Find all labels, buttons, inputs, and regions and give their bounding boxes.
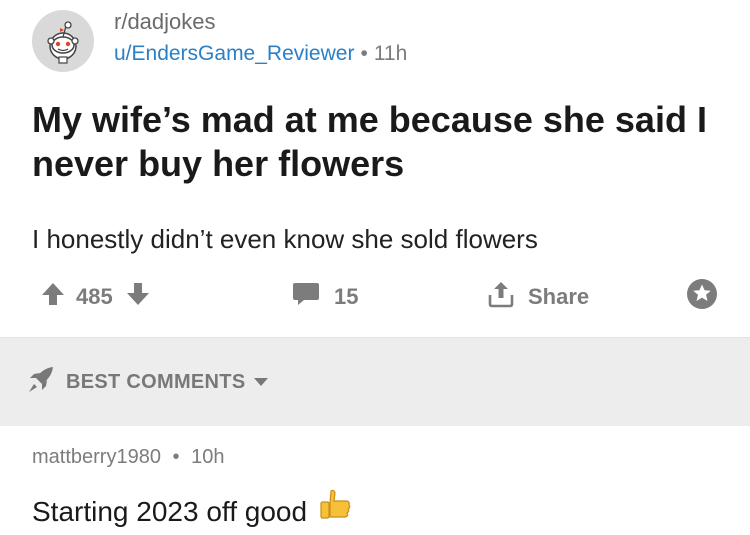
post-title: My wife’s mad at me because she said I n… [32, 99, 707, 184]
comment-text: Starting 2023 off good [32, 495, 308, 527]
subreddit-link[interactable]: r/dadjokes [114, 8, 407, 36]
rocket-icon [26, 366, 56, 399]
share-button[interactable]: Share [486, 276, 589, 318]
comment-time: 10h [191, 446, 225, 468]
separator-dot: • [360, 42, 368, 65]
post-body: I honestly didn’t even know she sold flo… [32, 224, 538, 254]
vote-controls: 485 [40, 276, 151, 318]
vote-count: 485 [76, 284, 113, 309]
arrow-up-icon[interactable] [40, 281, 66, 313]
share-icon [486, 279, 516, 315]
post-header: r/dadjokes u/EndersGame_Reviewer • 11h [32, 8, 722, 72]
comment-meta: mattberry1980 • 10h [32, 446, 224, 469]
arrow-down-icon[interactable] [125, 281, 151, 313]
comment-sort-bar: BEST COMMENTS [0, 337, 750, 426]
post-time: 11h [373, 42, 408, 65]
post-meta: r/dadjokes u/EndersGame_Reviewer • 11h [114, 8, 407, 68]
caret-down-icon [253, 374, 269, 392]
award-icon [685, 277, 719, 317]
comment-separator-dot: • [172, 446, 180, 468]
post-actions: 485 15 Share [0, 276, 750, 318]
sort-label: BEST COMMENTS [66, 371, 246, 393]
comments-button[interactable]: 15 [292, 276, 358, 318]
comment-count: 15 [334, 284, 359, 309]
comment-author[interactable]: mattberry1980 [32, 446, 161, 468]
author-link[interactable]: u/EndersGame_Reviewer [114, 42, 354, 65]
author-line: u/EndersGame_Reviewer • 11h [114, 40, 407, 68]
thumbs-up-icon [317, 488, 353, 535]
comment-bubble-icon [292, 281, 320, 313]
snoo-avatar-icon[interactable] [32, 10, 94, 72]
comment-body: Starting 2023 off good [32, 488, 353, 535]
share-label: Share [528, 284, 590, 309]
award-button[interactable] [685, 276, 719, 318]
sort-dropdown[interactable]: BEST COMMENTS [26, 366, 269, 399]
